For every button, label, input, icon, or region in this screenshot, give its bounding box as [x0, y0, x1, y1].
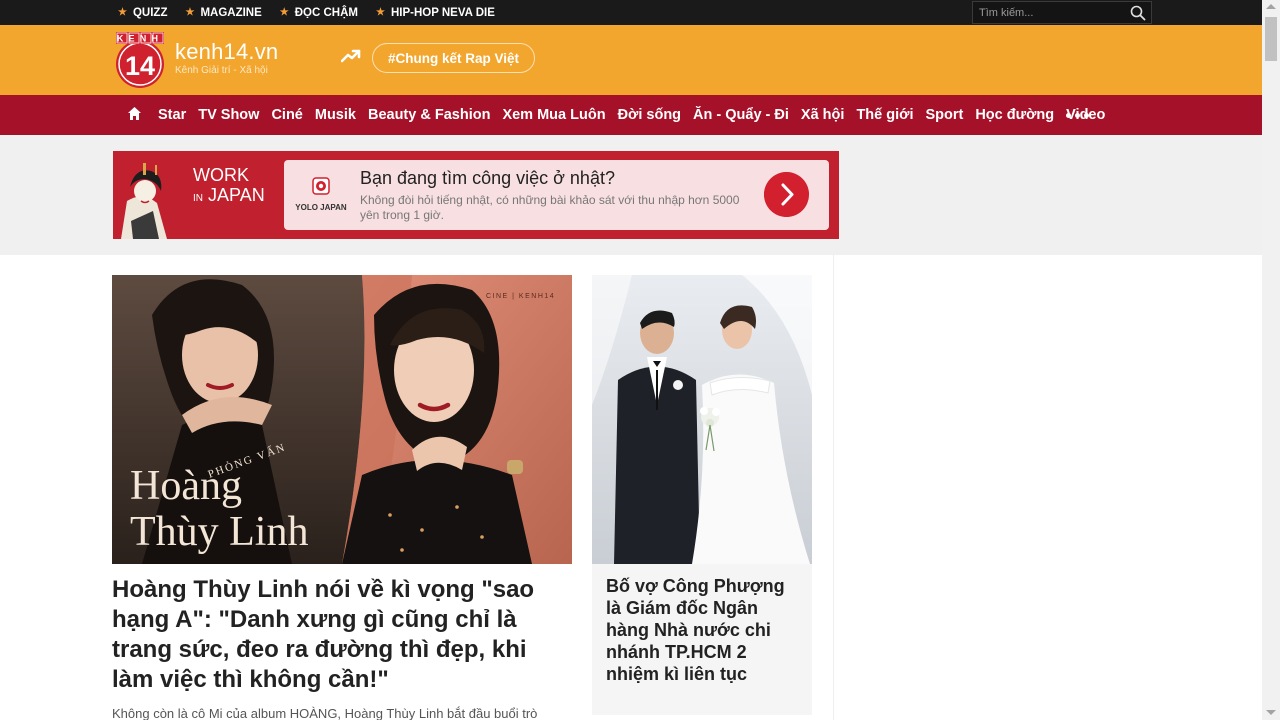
nav-item-hoc-duong[interactable]: Học đường [975, 107, 1054, 123]
trending-icon [341, 49, 361, 63]
site-header: KENH 14 kenh14.vn Kênh Giải trí - Xã hội… [0, 25, 1262, 95]
more-dots-icon[interactable] [1066, 113, 1089, 118]
kenh14-logo[interactable]: KENH 14 [114, 32, 166, 89]
nav-item-star[interactable]: Star [158, 107, 186, 123]
logo-number: 14 [125, 51, 155, 81]
geisha-illustration [113, 161, 193, 239]
site-name[interactable]: kenh14.vn [175, 39, 278, 65]
ad-brand: YOLO JAPAN [295, 203, 347, 212]
star-icon: ★ [118, 7, 127, 18]
main-nav: Star TV Show Ciné Musik Beauty & Fashion… [0, 95, 1262, 135]
nav-item-tv-show[interactable]: TV Show [198, 107, 259, 123]
nav-item-an-quay-di[interactable]: Ăn - Quẩy - Đi [693, 107, 789, 123]
scroll-thumb[interactable] [1265, 17, 1277, 61]
star-icon: ★ [185, 7, 195, 18]
image-overlay-name-line-2: Thùy Linh [130, 509, 309, 555]
nav-item-musik[interactable]: Musik [315, 107, 356, 123]
featured-sapo: Không còn là cô Mi của album HOÀNG, Hoàn… [112, 706, 538, 720]
nav-item-doi-song[interactable]: Đời sống [618, 107, 681, 123]
side-story-card[interactable]: Bố vợ Công Phượng là Giám đốc Ngân hàng … [592, 275, 812, 715]
trend-tag-button[interactable]: #Chung kết Rap Việt [372, 43, 536, 73]
ad-banner[interactable]: WORK IN JAPAN YOLO JAPAN Bạn đang tìm cô… [113, 151, 839, 239]
home-icon[interactable] [127, 106, 142, 121]
ad-headline[interactable]: Bạn đang tìm công việc ở nhật? [360, 168, 615, 189]
top-link-label: ĐỌC CHẬM [294, 6, 358, 19]
side-story-image[interactable] [592, 275, 812, 564]
ad-card[interactable]: YOLO JAPAN Bạn đang tìm công việc ở nhật… [284, 160, 829, 230]
search-icon[interactable] [1129, 4, 1147, 22]
search-input[interactable] [973, 2, 1123, 23]
ad-description: Không đòi hỏi tiếng nhật, có những bài k… [360, 193, 740, 222]
scroll-down-arrow-icon[interactable] [1266, 710, 1276, 715]
nav-item-beauty-fashion[interactable]: Beauty & Fashion [368, 107, 490, 123]
ad-japan-word: JAPAN [208, 185, 265, 205]
top-link-label: MAGAZINE [200, 6, 262, 19]
search-box [972, 1, 1152, 24]
nav-items: Star TV Show Ciné Musik Beauty & Fashion… [158, 95, 1117, 135]
star-icon: ★ [376, 7, 385, 18]
image-overlay-name-line-1: Hoàng [130, 463, 242, 509]
top-link-hiphop[interactable]: ★ HIP-HOP NEVA DIE [376, 7, 495, 19]
scroll-up-arrow-icon[interactable] [1266, 4, 1276, 9]
top-link-magazine[interactable]: ★ MAGAZINE [185, 7, 261, 19]
top-bar: ★ QUIZZ ★ MAGAZINE ★ ĐỌC CHẬM ★ HIP-HOP NEVA… [0, 0, 1262, 25]
yolo-japan-logo: YOLO JAPAN [295, 177, 347, 212]
ad-in-japan: IN JAPAN [193, 185, 265, 209]
top-link-label: QUIZZ [132, 6, 168, 19]
star-icon: ★ [279, 7, 289, 18]
top-link-label: HIP-HOP NEVA DIE [390, 6, 495, 19]
ad-work-text: WORK IN JAPAN [193, 165, 265, 209]
image-credit: CINE | KENH14 [486, 293, 556, 300]
logo-letters: KENH [117, 34, 163, 44]
featured-title[interactable]: Hoàng Thùy Linh nói về kì vọng "sao hạng… [112, 575, 572, 695]
ad-in-word: IN [193, 193, 203, 204]
chevron-right-icon[interactable] [764, 172, 809, 217]
nav-item-xem-mua-luon[interactable]: Xem Mua Luôn [502, 107, 605, 123]
nav-item-the-gioi[interactable]: Thế giới [856, 107, 913, 123]
nav-item-xa-hoi[interactable]: Xã hội [801, 107, 845, 123]
site-tagline: Kênh Giải trí - Xã hội [175, 65, 268, 76]
ad-work-word: WORK [193, 165, 249, 185]
nav-item-sport[interactable]: Sport [925, 107, 963, 123]
nav-item-cine[interactable]: Ciné [271, 107, 302, 123]
right-sidebar [833, 255, 1262, 720]
top-link-doc-cham[interactable]: ★ ĐỌC CHẬM [280, 7, 358, 19]
side-story-title[interactable]: Bố vợ Công Phượng là Giám đốc Ngân hàng … [606, 575, 802, 685]
ad-band: WORK IN JAPAN YOLO JAPAN Bạn đang tìm cô… [0, 135, 1262, 255]
scrollbar[interactable] [1262, 0, 1280, 720]
top-links: ★ QUIZZ ★ MAGAZINE ★ ĐỌC CHẬM ★ HIP-HOP NEVA… [118, 0, 513, 25]
top-link-quizz[interactable]: ★ QUIZZ [118, 7, 167, 19]
